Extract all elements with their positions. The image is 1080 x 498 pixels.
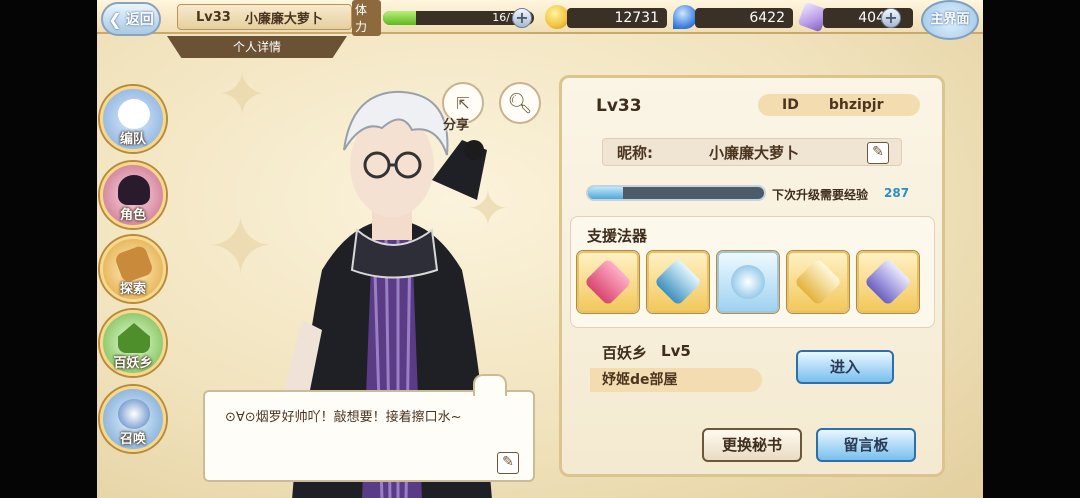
nickname-field: 昵称: 小廉廉大萝卜 ✎ [602, 138, 902, 166]
village-level: Lv5 [661, 342, 691, 360]
letterbox-right [983, 0, 1080, 498]
character-icon [118, 175, 150, 205]
exp-label: 下次升级需要经验 [772, 188, 869, 202]
nav-summon-label: 召唤 [119, 432, 146, 447]
water-drop-icon [673, 5, 697, 29]
support-title: 支援法器 [587, 227, 648, 245]
stamina-meter: 体力 16/72 [352, 0, 534, 36]
stamina-label: 体力 [352, 0, 381, 36]
exp-value: 287 [884, 186, 910, 200]
artifact-slot-5[interactable] [857, 251, 919, 313]
artifact-slot-3[interactable] [717, 251, 779, 313]
magnifier-icon: 🔍︎ [507, 91, 533, 115]
nickname-value: 小廉廉大萝卜 [709, 143, 800, 162]
nav-explore-label: 探索 [119, 282, 146, 297]
artifact-slot-1[interactable] [577, 251, 639, 313]
nickname-label: 昵称: [617, 143, 653, 162]
change-secretary-button[interactable]: 更换秘书 [702, 428, 802, 462]
gold-amount: 12731 [567, 8, 667, 28]
stamina-fill [382, 11, 416, 25]
edit-signature-button[interactable]: ✎ [497, 452, 519, 474]
nav-explore[interactable]: 探索 [100, 236, 166, 302]
water-amount: 6422 [695, 8, 793, 28]
add-crystal-button[interactable]: + [881, 8, 901, 28]
nav-summon[interactable]: 召唤 [100, 386, 166, 452]
support-artifacts: 支援法器 [570, 216, 935, 328]
add-stamina-button[interactable]: + [512, 8, 532, 28]
message-board-button[interactable]: 留言板 [816, 428, 916, 462]
artifact-slot-4[interactable] [787, 251, 849, 313]
edit-nickname-button[interactable]: ✎ [867, 142, 889, 164]
wreath-artifact-icon [793, 257, 843, 307]
nav-village[interactable]: 百妖乡 [100, 310, 166, 376]
pencil-icon: ✎ [502, 454, 514, 470]
village-label: 百妖乡 [602, 344, 648, 362]
back-button[interactable]: ❮ 返回 [101, 2, 161, 36]
signature-text: ⊙∀⊙烟罗好帅吖！敲想要！接着擦口水~ [225, 410, 462, 425]
sparkle-decoration: ✦ [217, 60, 268, 130]
summon-icon [118, 399, 150, 429]
speech-bubble-tail [473, 374, 507, 396]
page-title: 个人详情 [167, 36, 347, 58]
pencil-icon: ✎ [872, 144, 884, 160]
fan-artifact-icon [653, 257, 703, 307]
chevron-left-icon: ❮ [108, 9, 122, 29]
player-id: ID bhzipjr [758, 94, 920, 116]
nav-team-label: 编队 [119, 132, 146, 147]
gold-coin-icon [545, 5, 569, 29]
id-value: bhzipjr [828, 97, 884, 113]
profile-screen: ✦ ✦ ✦ ❮ 返回 Lv33 小廉廉大萝卜 体力 16/72 + 12731 … [97, 0, 983, 498]
potion-artifact-icon [583, 257, 633, 307]
profile-panel: Lv33 ID bhzipjr 昵称: 小廉廉大萝卜 ✎ 下次升级需要经验 28… [559, 75, 945, 477]
room-name: 妤姬de部屋 [590, 368, 762, 392]
team-icon [118, 99, 150, 129]
id-label: ID [782, 97, 799, 113]
exp-fill [588, 187, 624, 199]
profile-level: Lv33 [596, 96, 642, 116]
nav-village-label: 百妖乡 [113, 356, 153, 371]
top-bar: ❮ 返回 Lv33 小廉廉大萝卜 体力 16/72 + 12731 6422 4… [97, 0, 983, 40]
enter-village-button[interactable]: 进入 [796, 350, 894, 384]
village-info: 百妖乡 Lv5 [602, 342, 691, 363]
main-menu-label: 主界面 [930, 12, 970, 27]
nav-character-label: 角色 [119, 208, 146, 223]
share-icon: ⇱ [456, 93, 470, 113]
signature-speech-bubble: ⊙∀⊙烟罗好帅吖！敲想要！接着擦口水~ ✎ [203, 374, 535, 482]
village-icon [118, 323, 150, 353]
main-menu-button[interactable]: 主界面 [921, 0, 979, 40]
staff-artifact-icon [863, 257, 913, 307]
letterbox-left [0, 0, 97, 498]
player-level-name: Lv33 小廉廉大萝卜 [177, 4, 352, 30]
share-label: 分享 [443, 118, 470, 133]
back-label: 返回 [125, 12, 154, 28]
player-level: Lv33 [196, 9, 231, 25]
zoom-button[interactable]: 🔍︎ [499, 82, 541, 124]
player-name: 小廉廉大萝卜 [244, 11, 323, 27]
nav-team[interactable]: 编队 [100, 86, 166, 152]
ring-artifact-icon [723, 257, 773, 307]
exp-bar [586, 185, 766, 201]
artifact-slot-2[interactable] [647, 251, 709, 313]
nav-character[interactable]: 角色 [100, 162, 166, 228]
